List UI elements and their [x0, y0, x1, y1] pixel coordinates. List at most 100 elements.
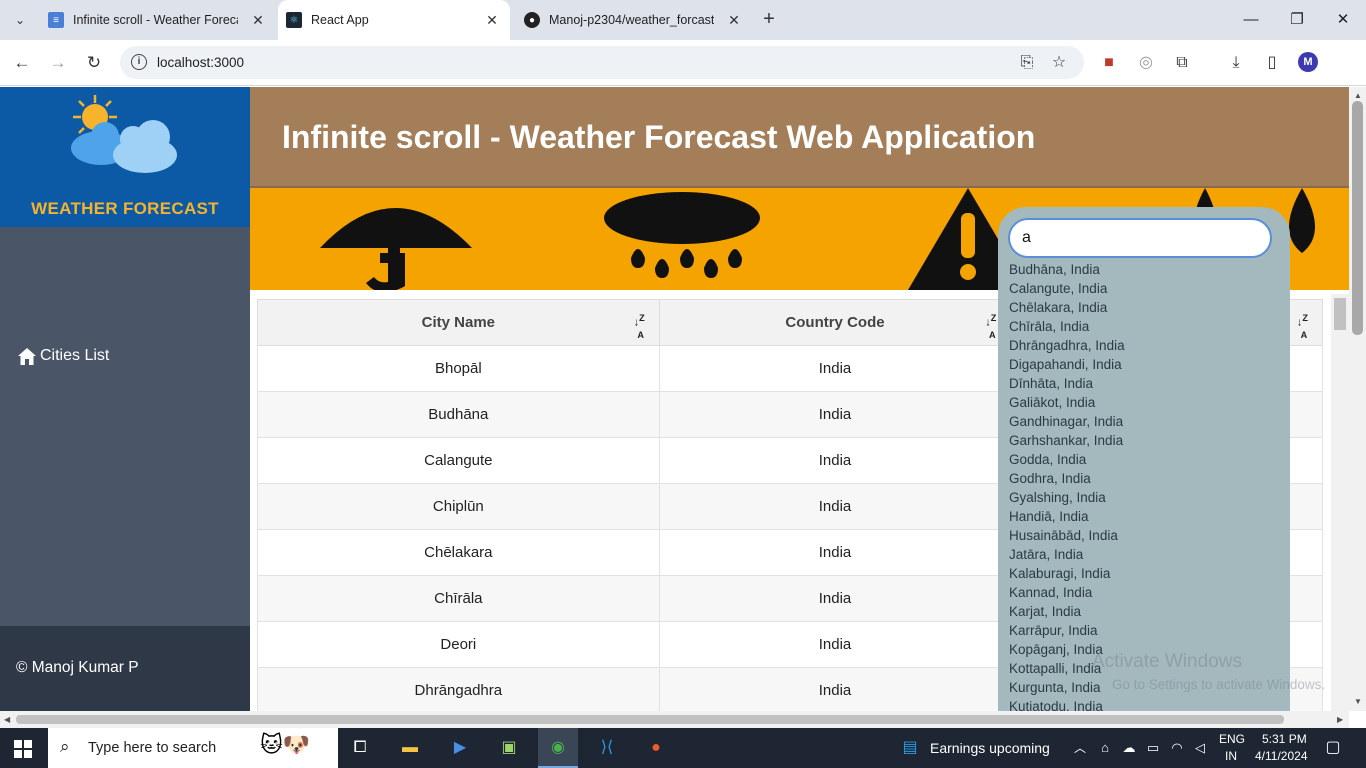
keyboard-layout-indicator[interactable]: IN [1225, 749, 1237, 763]
tab-github[interactable]: ● Manoj-p2304/weather_forcast ✕ [516, 0, 752, 40]
city-name-cell: Chēlakara [257, 529, 660, 576]
suggestion-list: Budhāna, India Calangute, India Chēlakara,… [1009, 260, 1125, 711]
logo-text: WEATHER FORECAST [31, 199, 219, 218]
sort-icon[interactable]: ↓Z A [1297, 313, 1308, 340]
suggestion-item[interactable]: Husainābād, India [1009, 526, 1125, 545]
reload-button[interactable]: ↻ [82, 51, 106, 75]
notifications-icon[interactable]: ▢ [1321, 736, 1345, 760]
forward-button[interactable]: → [46, 51, 70, 75]
onedrive-icon[interactable]: ☁ [1117, 736, 1141, 760]
news-widget-text[interactable]: Earnings upcoming [930, 740, 1050, 756]
tab-search-dropdown[interactable]: ⌄ [8, 8, 32, 32]
postman-icon[interactable]: ● [644, 736, 668, 760]
country-code-cell: India [658, 667, 1012, 711]
powershell-icon[interactable]: ▶ [448, 736, 472, 760]
column-header-city[interactable]: City Name ↓Z A [257, 299, 660, 346]
close-tab-icon[interactable]: ✕ [726, 12, 742, 28]
extensions-puzzle-icon[interactable]: ⧉ [1171, 52, 1193, 74]
snipping-tool-icon[interactable]: ▣ [497, 736, 521, 760]
suggestion-item[interactable]: Gandhinagar, India [1009, 412, 1125, 431]
scroll-right-arrow-icon[interactable]: ▶ [1337, 715, 1343, 724]
extension-icon[interactable]: ■ [1098, 52, 1120, 74]
suggestion-item[interactable]: Budhāna, India [1009, 260, 1125, 279]
minimize-button[interactable]: — [1236, 8, 1266, 32]
column-header-country[interactable]: Country Code ↓Z A [658, 299, 1012, 346]
page-scrollbar-thumb[interactable] [1352, 101, 1363, 335]
react-favicon-icon: ⚛ [286, 12, 302, 28]
city-search-input[interactable] [1008, 218, 1272, 258]
suggestion-item[interactable]: Dīnhāta, India [1009, 374, 1125, 393]
network-status-icon[interactable]: ⌂ [1093, 736, 1117, 760]
suggestion-item[interactable]: Dhrāngadhra, India [1009, 336, 1125, 355]
close-tab-icon[interactable]: ✕ [250, 12, 266, 28]
suggestion-item[interactable]: Jatāra, India [1009, 545, 1125, 564]
scroll-down-arrow-icon[interactable]: ▼ [1354, 697, 1362, 706]
tab-react-app[interactable]: ⚛ React App ✕ [278, 0, 510, 40]
battery-icon[interactable]: ▭ [1141, 736, 1165, 760]
city-name-cell: Dhrāngadhra [257, 667, 660, 711]
new-tab-button[interactable]: + [757, 8, 781, 32]
vscode-icon[interactable]: ⟩⟨ [595, 736, 619, 760]
chrome-icon[interactable]: ◉ [546, 736, 570, 760]
task-view-icon[interactable]: ⧠ [348, 736, 372, 760]
scroll-left-arrow-icon[interactable]: ◀ [4, 715, 10, 724]
suggestion-item[interactable]: Godhra, India [1009, 469, 1125, 488]
page-vertical-scrollbar[interactable]: ▲ ▼ [1349, 87, 1366, 711]
clock-date[interactable]: 4/11/2024 [1255, 749, 1308, 763]
windows-start-icon[interactable] [14, 740, 32, 758]
restore-button[interactable]: ❐ [1282, 8, 1312, 32]
table-scrollbar-thumb[interactable] [1334, 298, 1346, 330]
language-indicator[interactable]: ENG [1219, 732, 1245, 746]
wifi-icon[interactable]: ◠ [1165, 736, 1189, 760]
scroll-up-arrow-icon[interactable]: ▲ [1354, 91, 1362, 100]
close-window-button[interactable]: ✕ [1328, 8, 1358, 32]
address-bar[interactable]: i localhost:3000 ⎘ ☆ [120, 46, 1084, 79]
side-panel-icon[interactable]: ▯ [1261, 52, 1283, 74]
suggestion-item[interactable]: Calangute, India [1009, 279, 1125, 298]
suggestion-item[interactable]: Kurgunta, India [1009, 678, 1125, 697]
suggestion-item[interactable]: Karjat, India [1009, 602, 1125, 621]
bookmark-star-icon[interactable]: ☆ [1048, 52, 1070, 74]
suggestion-item[interactable]: Karrāpur, India [1009, 621, 1125, 640]
suggestion-item[interactable]: Garhshankar, India [1009, 431, 1125, 450]
news-widget-icon[interactable]: ▤ [898, 736, 922, 760]
horizontal-scrollbar-thumb[interactable] [16, 715, 1284, 724]
suggestion-item[interactable]: Godda, India [1009, 450, 1125, 469]
browser-tab-bar: ⌄ ≡ Infinite scroll - Weather Forecast ✕… [0, 0, 1366, 40]
download-icon[interactable]: ⤓ [1225, 52, 1247, 74]
suggestion-item[interactable]: Kalaburagi, India [1009, 564, 1125, 583]
country-code-cell: India [658, 621, 1012, 668]
show-hidden-icons-icon[interactable]: ︿ [1068, 736, 1092, 760]
file-explorer-icon[interactable]: ▬ [398, 736, 422, 760]
search-highlight-icon: 🐱🐶 [260, 732, 311, 757]
suggestion-item[interactable]: Chēlakara, India [1009, 298, 1125, 317]
taskbar-search-box[interactable]: ⌕ Type here to search 🐱🐶 [48, 728, 338, 768]
suggestion-item[interactable]: Digapahandi, India [1009, 355, 1125, 374]
tab-title: React App [311, 13, 369, 27]
sort-icon[interactable]: ↓Z A [634, 313, 645, 340]
country-code-cell: India [658, 575, 1012, 622]
taskbar-search-placeholder: Type here to search [88, 740, 217, 756]
suggestion-item[interactable]: Handiā, India [1009, 507, 1125, 526]
url-text: localhost:3000 [157, 55, 245, 70]
suggestion-item[interactable]: Gyalshing, India [1009, 488, 1125, 507]
suggestion-item[interactable]: Kutiatodu, India [1009, 697, 1125, 711]
volume-icon[interactable]: ◁ [1188, 736, 1212, 760]
clock-time[interactable]: 5:31 PM [1262, 732, 1307, 746]
sidebar-item-cities-list[interactable]: Cities List [18, 347, 109, 365]
profile-avatar[interactable]: M [1298, 52, 1318, 72]
windows-taskbar: ⌕ Type here to search 🐱🐶 ⧠ ▬ ▶ ▣ ◉ ⟩⟨ ● … [0, 728, 1366, 768]
tab-infinite-scroll[interactable]: ≡ Infinite scroll - Weather Forecast ✕ [40, 0, 276, 40]
page-horizontal-scrollbar[interactable]: ◀ ▶ [0, 711, 1349, 728]
sort-icon[interactable]: ↓Z A [985, 313, 996, 340]
close-tab-icon[interactable]: ✕ [484, 12, 500, 28]
suggestion-item[interactable]: Kannad, India [1009, 583, 1125, 602]
back-button[interactable]: ← [10, 51, 34, 75]
table-scrollbar[interactable] [1331, 294, 1349, 711]
city-name-cell: Calangute [257, 437, 660, 484]
install-app-icon[interactable]: ⎘ [1016, 52, 1038, 74]
site-info-icon[interactable]: i [131, 54, 147, 70]
extension-icon[interactable]: ◎ [1135, 52, 1157, 74]
suggestion-item[interactable]: Galiākot, India [1009, 393, 1125, 412]
suggestion-item[interactable]: Chīrāla, India [1009, 317, 1125, 336]
